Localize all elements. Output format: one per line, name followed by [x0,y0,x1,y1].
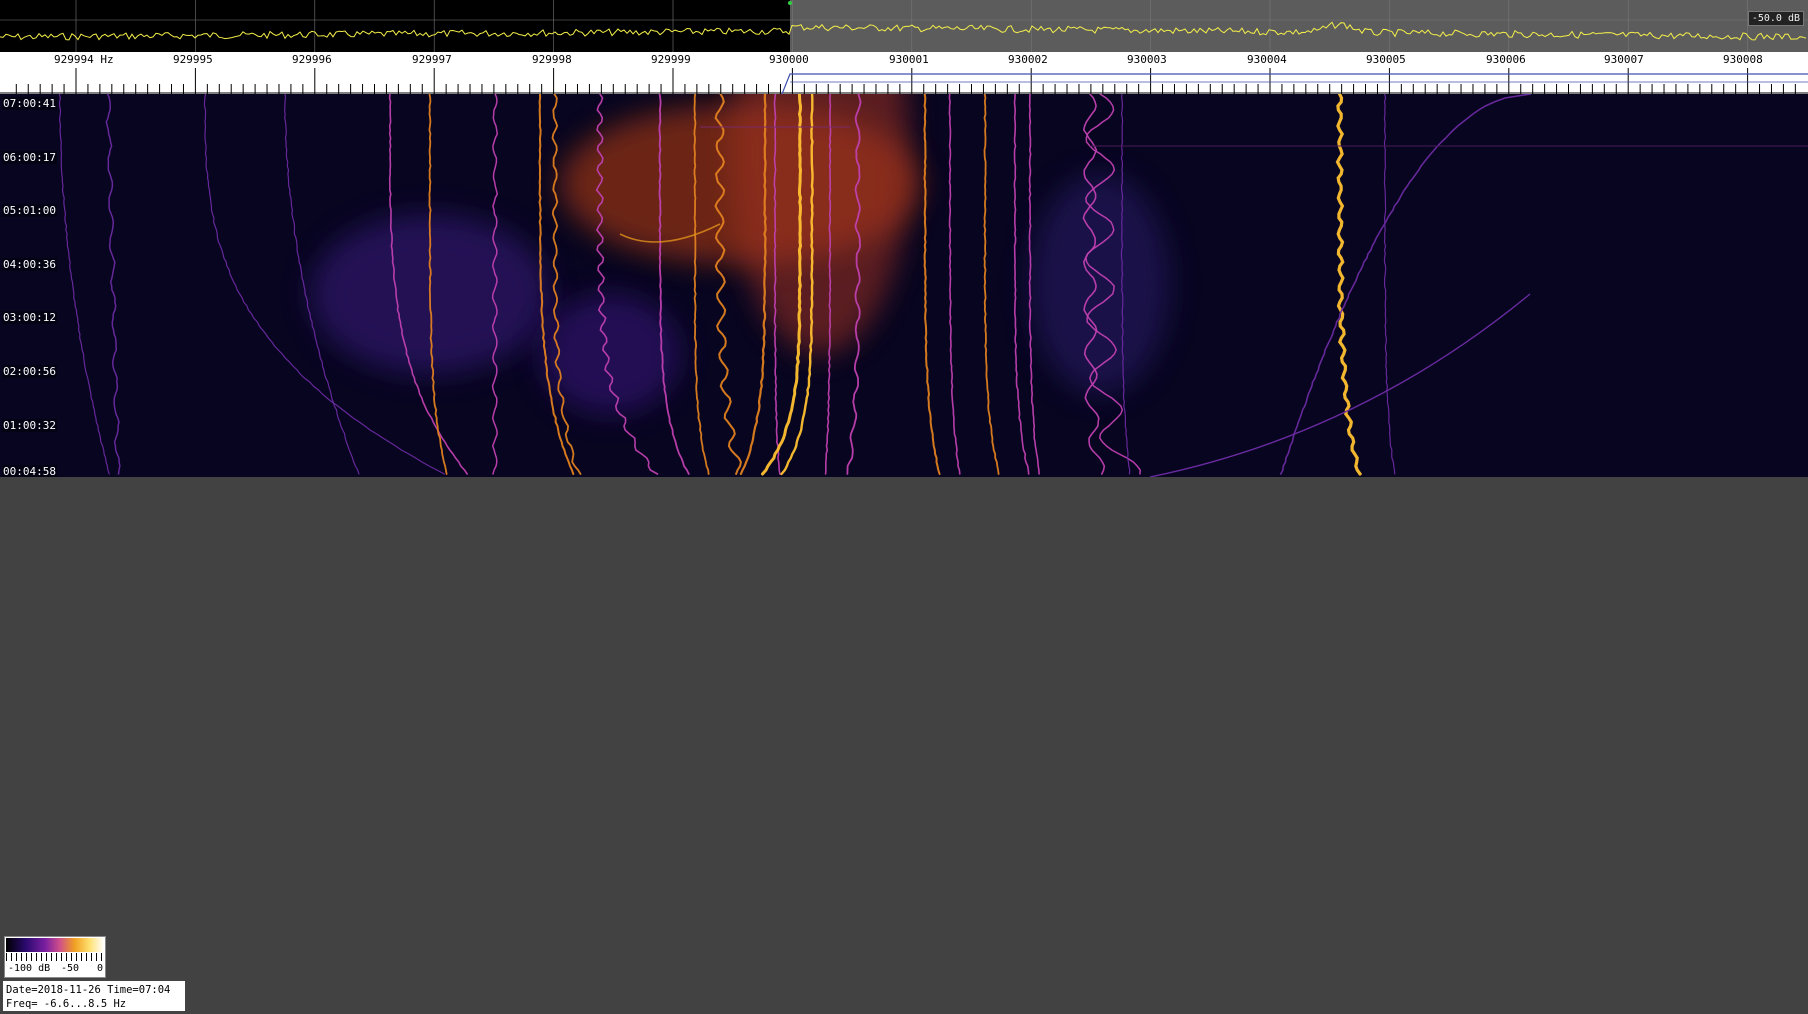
color-scale-min: -100 dB [8,963,51,974]
freq-label: 930005 [1366,53,1406,66]
center-marker-icon [788,1,792,5]
freq-label: 930007 [1604,53,1644,66]
freq-label: 929999 [651,53,691,66]
freq-label: 930008 [1723,53,1763,66]
freq-label: 930003 [1127,53,1167,66]
time-label: 04:00:36 [2,258,57,271]
freq-range-text: Freq= -6.6...8.5 Hz [6,998,127,1010]
spectrum-left-region [0,0,790,52]
time-label: 05:01:00 [2,204,57,217]
spectrum-plot [0,0,1808,52]
freq-label: 929995 [173,53,213,66]
time-label: 00:04:58 [2,465,57,477]
time-label: 01:00:32 [2,419,57,432]
time-label: 07:00:41 [2,97,57,110]
waterfall-traces [58,94,1808,477]
spectrum-right-region [790,0,1808,52]
freq-label: 929997 [412,53,452,66]
freq-label: 930000 [769,53,809,66]
freq-label: 930002 [1008,53,1048,66]
color-scale: -100 dB -50 0 [4,936,106,978]
time-label: 02:00:56 [2,365,57,378]
info-box: Date=2018-11-26 Time=07:04 Freq= -6.6...… [2,980,186,1012]
color-scale-mid: -50 [61,963,80,974]
db-readout: -50.0 dB [1747,11,1804,26]
frequency-axis[interactable]: 929994 Hz 929995 929996 929997 929998 92… [0,52,1808,94]
freq-label: 929996 [292,53,332,66]
color-gradient [6,938,104,952]
spectrum-panel[interactable]: -50.0 dB [0,0,1808,52]
freq-label: 929994 Hz [54,53,114,66]
spectrogram-window: -50.0 dB 929994 Hz 929995 929996 929997 … [0,0,1808,1014]
freq-label: 930001 [889,53,929,66]
date-time-text: Date=2018-11-26 Time=07:04 [6,984,171,996]
freq-label: 930004 [1247,53,1287,66]
time-label: 03:00:12 [2,311,57,324]
waterfall-display[interactable]: 07:00:41 06:00:17 05:01:00 04:00:36 03:0… [0,94,1808,477]
color-scale-ticks [6,953,104,961]
freq-label: 929998 [532,53,572,66]
color-scale-max: 0 [97,963,104,974]
freq-label: 930006 [1486,53,1526,66]
time-label: 06:00:17 [2,151,57,164]
